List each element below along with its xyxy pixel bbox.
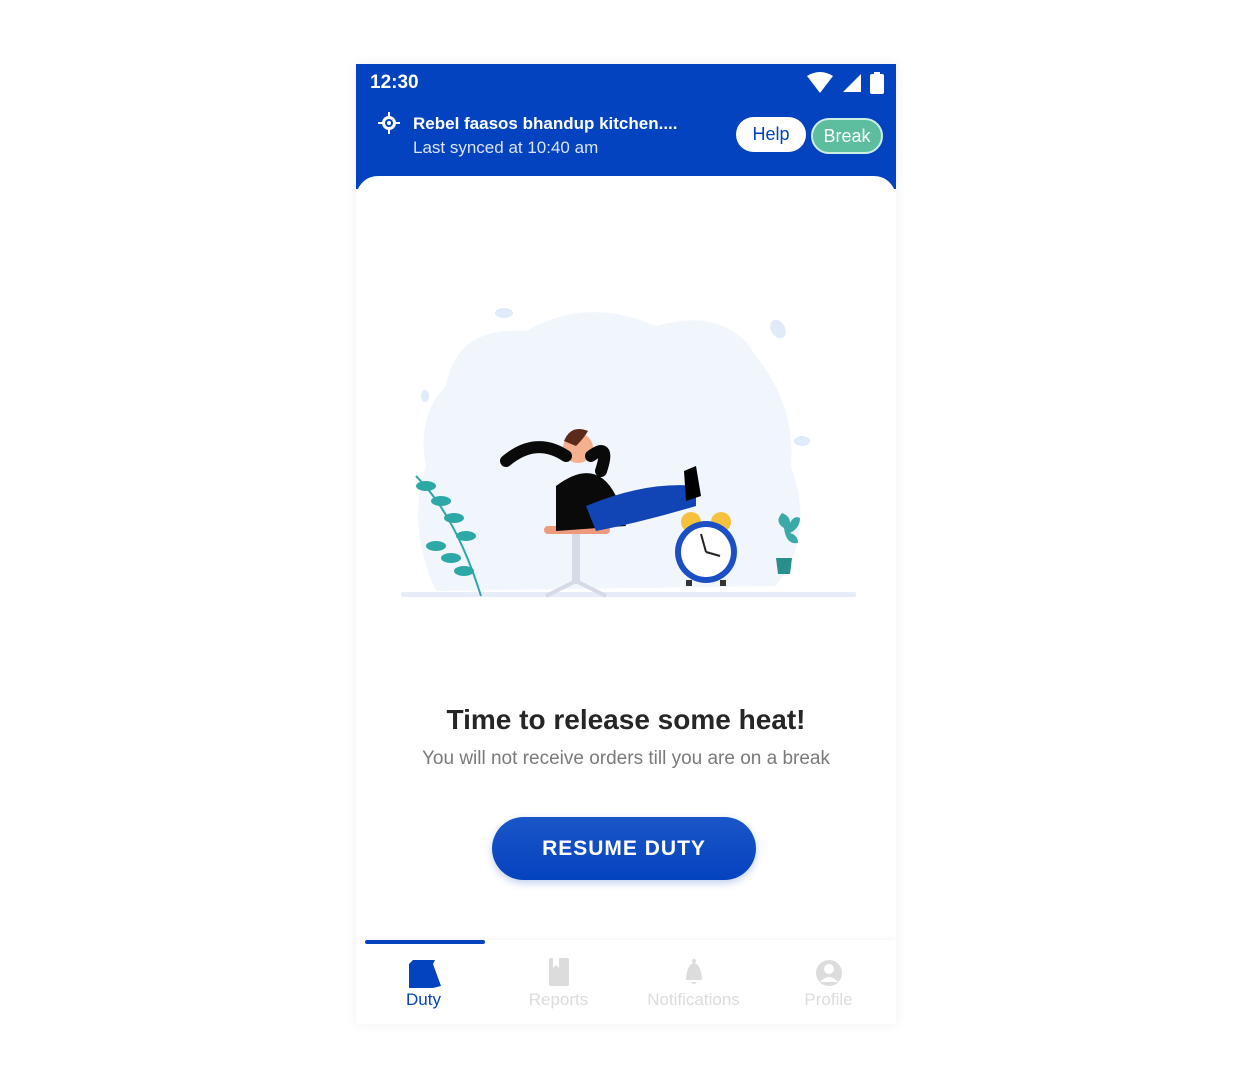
kitchen-name: Rebel faasos bhandup kitchen.... [413, 114, 678, 133]
nav-item-profile[interactable]: Profile [761, 940, 896, 1024]
phone-screen: 12:30 Rebel faasos bhandup kitchen.... L… [356, 64, 896, 1024]
location-target-icon [378, 112, 400, 134]
bell-icon [685, 959, 702, 984]
book-icon [548, 958, 569, 986]
wifi-icon [807, 72, 833, 93]
nav-item-reports[interactable]: Reports [491, 940, 626, 1024]
break-button[interactable]: Break [811, 118, 883, 154]
break-subtext: You will not receive orders till you are… [421, 748, 831, 769]
nav-item-duty[interactable]: Duty [356, 940, 491, 1024]
relaxing-illustration [401, 308, 856, 598]
nav-label: Reports [528, 990, 589, 1009]
nav-label: Notifications [647, 990, 740, 1009]
signal-icon [843, 74, 861, 92]
bottom-nav: Duty Reports Notifications Profile [356, 940, 896, 1024]
resume-duty-button[interactable]: RESUME DUTY [492, 817, 756, 880]
top-bar: 12:30 Rebel faasos bhandup kitchen.... L… [356, 64, 896, 189]
break-heading: Time to release some heat! [446, 704, 806, 735]
nav-label: Duty [406, 990, 441, 1009]
status-time: 12:30 [370, 72, 419, 93]
help-button[interactable]: Help [736, 117, 806, 152]
battery-icon [870, 72, 884, 94]
status-icons [806, 72, 884, 94]
nav-item-notifications[interactable]: Notifications [626, 940, 761, 1024]
nav-label: Profile [804, 990, 853, 1009]
user-icon [815, 960, 842, 986]
bag-icon [408, 960, 441, 988]
last-synced: Last synced at 10:40 am [413, 138, 599, 157]
main-content: Time to release some heat! You will not … [356, 176, 896, 944]
